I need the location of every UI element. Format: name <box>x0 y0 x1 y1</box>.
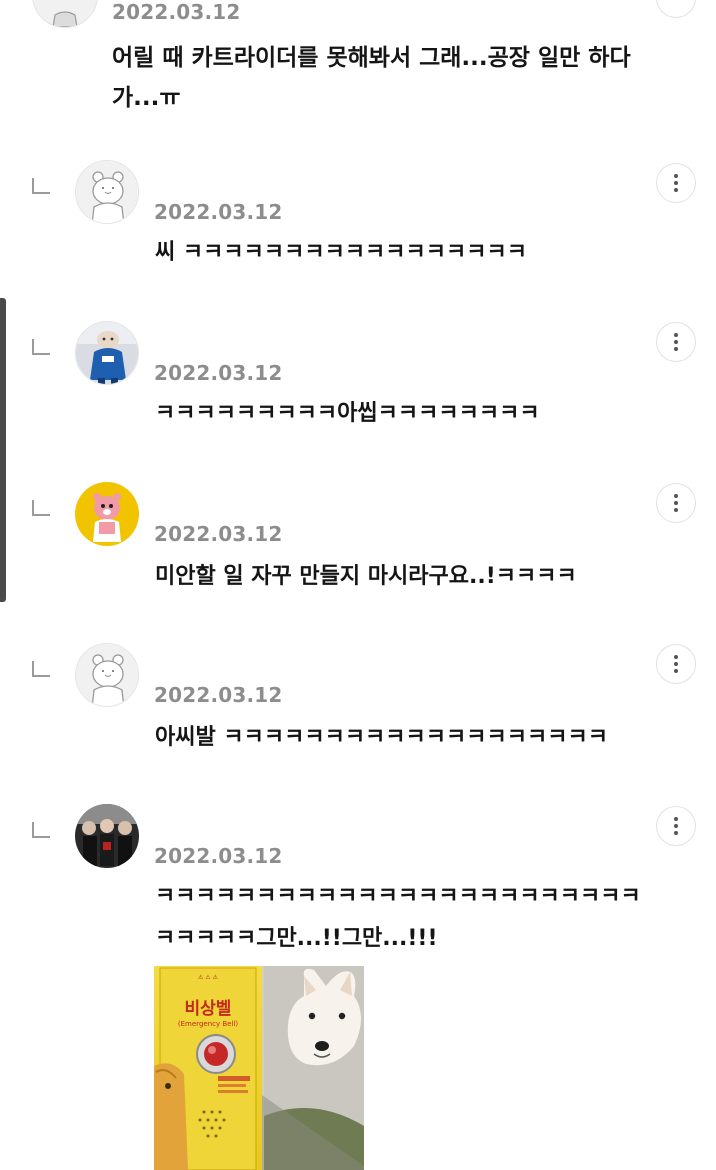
comment-date: 2022.03.12 <box>154 200 283 224</box>
more-dot <box>674 669 678 673</box>
comment-text: 미안할 일 자꾸 만들지 마시라구요..!ㅋㅋㅋㅋ <box>155 564 577 589</box>
more-dot <box>674 824 678 828</box>
comment-text: 어릴 때 카트라이더를 못해봐서 그래...공장 일만 하다가...ㅠ <box>112 45 631 111</box>
attached-image[interactable]: ⚠ ⚠ ⚠ 비상벨 (Emergency Bell) <box>154 966 364 1170</box>
comment-text: ㅋㅋㅋㅋㅋㅋㅋㅋㅋ아씹ㅋㅋㅋㅋㅋㅋㅋㅋ <box>155 401 540 426</box>
reply-arrow-icon <box>32 339 50 355</box>
comment-date: 2022.03.12 <box>154 844 283 868</box>
more-dot <box>674 340 678 344</box>
more-options-button[interactable] <box>656 644 696 684</box>
parent-comment: 2022.03.12 어릴 때 카트라이더를 못해봐서 그래...공장 일만 하… <box>0 0 716 140</box>
more-options-button[interactable] <box>656 163 696 203</box>
loopy-avatar-icon <box>75 482 139 546</box>
sign-title: 비상벨 <box>185 999 232 1019</box>
reply-arrow-icon <box>32 178 50 194</box>
avatar[interactable] <box>75 643 139 707</box>
sign-subtitle: (Emergency Bell) <box>178 1020 238 1028</box>
avatar[interactable] <box>75 321 139 385</box>
more-options-button[interactable] <box>656 806 696 846</box>
comment-text: 아씨발 ㅋㅋㅋㅋㅋㅋㅋㅋㅋㅋㅋㅋㅋㅋㅋㅋㅋㅋㅋ <box>155 725 608 750</box>
group-photo-avatar-icon <box>75 804 139 868</box>
reply-comment: 2022.03.12 씨 ㅋㅋㅋㅋㅋㅋㅋㅋㅋㅋㅋㅋㅋㅋㅋㅋㅋ <box>0 160 716 310</box>
more-dot <box>674 655 678 659</box>
more-dot <box>674 347 678 351</box>
more-dot <box>674 188 678 192</box>
avatar[interactable] <box>75 482 139 546</box>
comment-text: 씨 ㅋㅋㅋㅋㅋㅋㅋㅋㅋㅋㅋㅋㅋㅋㅋㅋㅋ <box>155 240 527 265</box>
more-dot <box>674 817 678 821</box>
bulldog-mascot-avatar-icon <box>76 322 138 384</box>
reply-arrow-icon <box>32 661 50 677</box>
svg-text:⚠ ⚠ ⚠: ⚠ ⚠ ⚠ <box>198 974 219 981</box>
more-dot <box>674 174 678 178</box>
reply-comment: 2022.03.12 미안할 일 자꾸 만들지 마시라구요..!ㅋㅋㅋㅋ <box>0 482 716 632</box>
emergency-bell-dog-cat-image: ⚠ ⚠ ⚠ 비상벨 (Emergency Bell) <box>154 966 364 1170</box>
comment-text: ㅋㅋㅋㅋㅋㅋㅋㅋㅋㅋㅋㅋㅋㅋㅋㅋㅋㅋㅋㅋㅋㅋㅋㅋㅋㅋㅋㅋㅋ그만...!!그만..… <box>155 884 641 951</box>
more-dot <box>674 662 678 666</box>
more-dot <box>674 181 678 185</box>
more-dot <box>674 494 678 498</box>
reply-comment: 2022.03.12 ㅋㅋㅋㅋㅋㅋㅋㅋㅋ아씹ㅋㅋㅋㅋㅋㅋㅋㅋ <box>0 321 716 471</box>
comment-date: 2022.03.12 <box>112 0 241 24</box>
avatar[interactable] <box>75 804 139 868</box>
more-options-button[interactable] <box>656 483 696 523</box>
more-options-button[interactable] <box>656 0 696 18</box>
reply-comment: 2022.03.12 아씨발 ㅋㅋㅋㅋㅋㅋㅋㅋㅋㅋㅋㅋㅋㅋㅋㅋㅋㅋㅋ <box>0 643 716 793</box>
comment-date: 2022.03.12 <box>154 361 283 385</box>
more-dot <box>674 333 678 337</box>
more-dot <box>674 508 678 512</box>
reply-arrow-icon <box>32 500 50 516</box>
avatar[interactable] <box>75 160 139 224</box>
more-options-button[interactable] <box>656 322 696 362</box>
avatar[interactable] <box>32 0 98 28</box>
comment-date: 2022.03.12 <box>154 683 283 707</box>
more-dot <box>674 501 678 505</box>
comment-date: 2022.03.12 <box>154 522 283 546</box>
default-bear-avatar-icon <box>76 644 138 706</box>
default-bear-avatar-icon <box>33 0 97 27</box>
more-dot <box>674 831 678 835</box>
default-bear-avatar-icon <box>76 161 138 223</box>
reply-arrow-icon <box>32 822 50 838</box>
